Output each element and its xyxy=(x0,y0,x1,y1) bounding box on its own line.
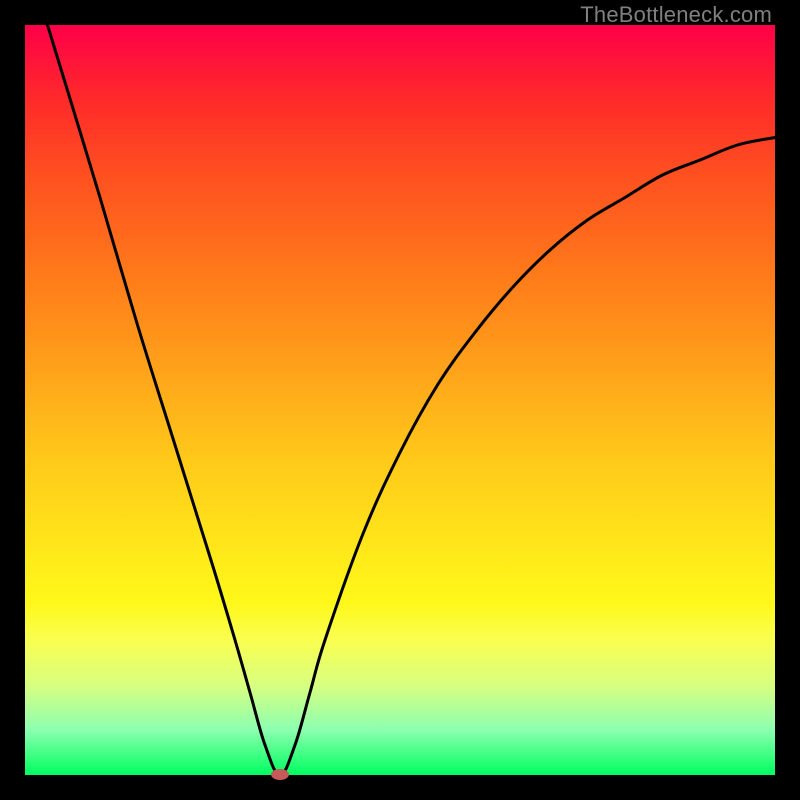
watermark-text: TheBottleneck.com xyxy=(580,2,772,28)
optimum-marker xyxy=(271,769,289,780)
bottleneck-curve xyxy=(25,25,775,775)
